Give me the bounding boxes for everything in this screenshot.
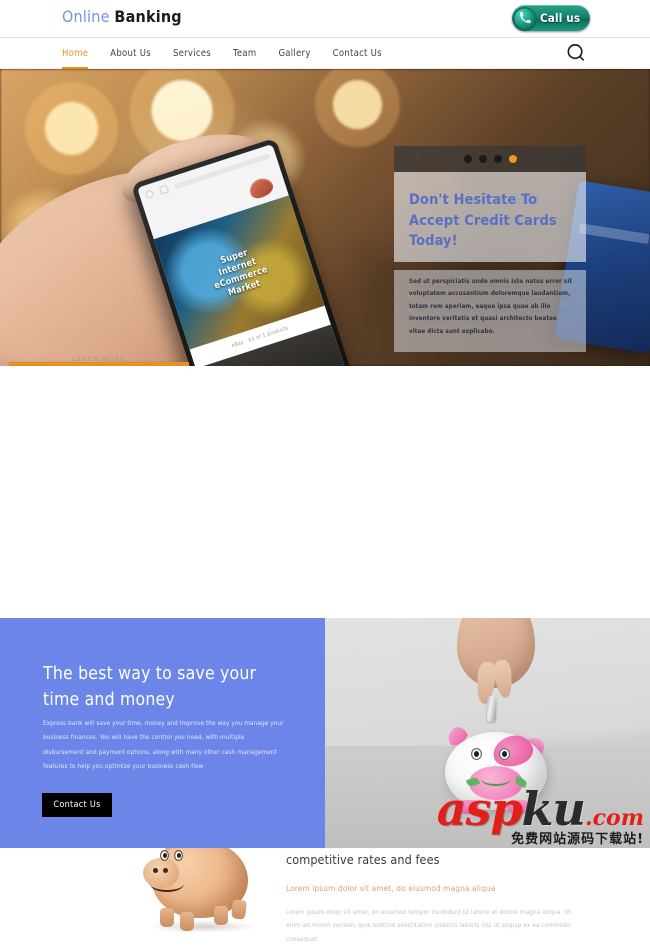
call-us-button[interactable]: Call us (512, 5, 590, 31)
phone-circle-icon (145, 189, 155, 199)
logo-secondary: Banking (114, 7, 181, 26)
piggy-smile (150, 876, 184, 892)
save-body-text: Express bank will save your time, money … (43, 716, 286, 774)
watermark-main: aspku.com (437, 786, 644, 832)
search-icon[interactable] (565, 42, 588, 65)
nav-item-team[interactable]: Team (233, 38, 256, 69)
save-title: The best way to save your time and money (43, 661, 293, 714)
piggy-leg-4 (231, 899, 247, 919)
nav-link-gallery[interactable]: Gallery (278, 48, 310, 59)
piggy-leg-2 (180, 912, 194, 931)
nav-link-about-us[interactable]: About Us (110, 48, 151, 59)
nav-link-contact-us[interactable]: Contact Us (333, 48, 382, 59)
slider-dot-3[interactable] (494, 155, 502, 163)
coin (487, 696, 496, 722)
nav-link-team[interactable]: Team (233, 48, 256, 59)
slider-dot-1[interactable] (464, 155, 472, 163)
slider-dot-2[interactable] (479, 155, 487, 163)
contact-us-button[interactable]: Contact Us (42, 793, 112, 817)
site-logo[interactable]: Online Banking (62, 7, 182, 26)
nav-item-about-us[interactable]: About Us (110, 38, 151, 69)
watermark-part-b: ku (522, 782, 585, 836)
nav-item-services[interactable]: Services (173, 38, 211, 69)
hero-body-text: Sed ut perspiciatis unde omnis iste natu… (409, 276, 575, 338)
hero-caption-panel: s And ing Don't Hesitate To Accept Credi… (394, 146, 586, 366)
piggy-nostril-left (153, 868, 158, 873)
piggy-eye-left (160, 850, 169, 861)
nav-item-contact-us[interactable]: Contact Us (333, 38, 382, 69)
nav-link-home[interactable]: Home (62, 48, 88, 59)
about-body-text: Lorem ipsum dolor sit amet, do eiusmod t… (286, 906, 586, 946)
call-us-label: Call us (536, 11, 580, 25)
piggy-eye-right (174, 850, 183, 861)
piggy-leg-1 (160, 908, 174, 927)
nav-list: Home About Us Services Team Gallery Cont… (62, 38, 404, 69)
nav-item-gallery[interactable]: Gallery (278, 38, 310, 69)
watermark-part-c: .com (585, 805, 644, 831)
about-section: About Us Offering the most competitive r… (0, 366, 650, 619)
hero-slider: Super Internet eCommerce Market eBay · 6… (0, 69, 650, 366)
phone-icon (513, 7, 536, 30)
slider-dot-4-active[interactable] (509, 155, 517, 163)
hero-title: Don't Hesitate To Accept Credit Cards To… (409, 190, 577, 252)
logo-primary: Online (62, 7, 110, 26)
about-lead-text: Lorem ipsum dolor sit amet, do eiusmod m… (286, 883, 586, 893)
piggy-nostril-right (163, 868, 168, 873)
cow-bank-eye-right (499, 748, 510, 760)
site-header: Online Banking Call us (0, 0, 650, 38)
nav-link-services[interactable]: Services (173, 48, 211, 59)
cow-bank-eye-left (471, 748, 482, 760)
aspku-watermark: aspku.com 免费网站源码下载站! (437, 786, 644, 846)
nav-item-home[interactable]: Home (62, 38, 88, 69)
phone-square-icon (159, 185, 169, 195)
watermark-part-a: asp (437, 782, 522, 836)
piggy-leg-3 (214, 906, 228, 925)
slider-dots (394, 146, 586, 172)
main-navigation: Home About Us Services Team Gallery Cont… (0, 38, 650, 69)
about-subtitle: competitive rates and fees (286, 852, 586, 867)
